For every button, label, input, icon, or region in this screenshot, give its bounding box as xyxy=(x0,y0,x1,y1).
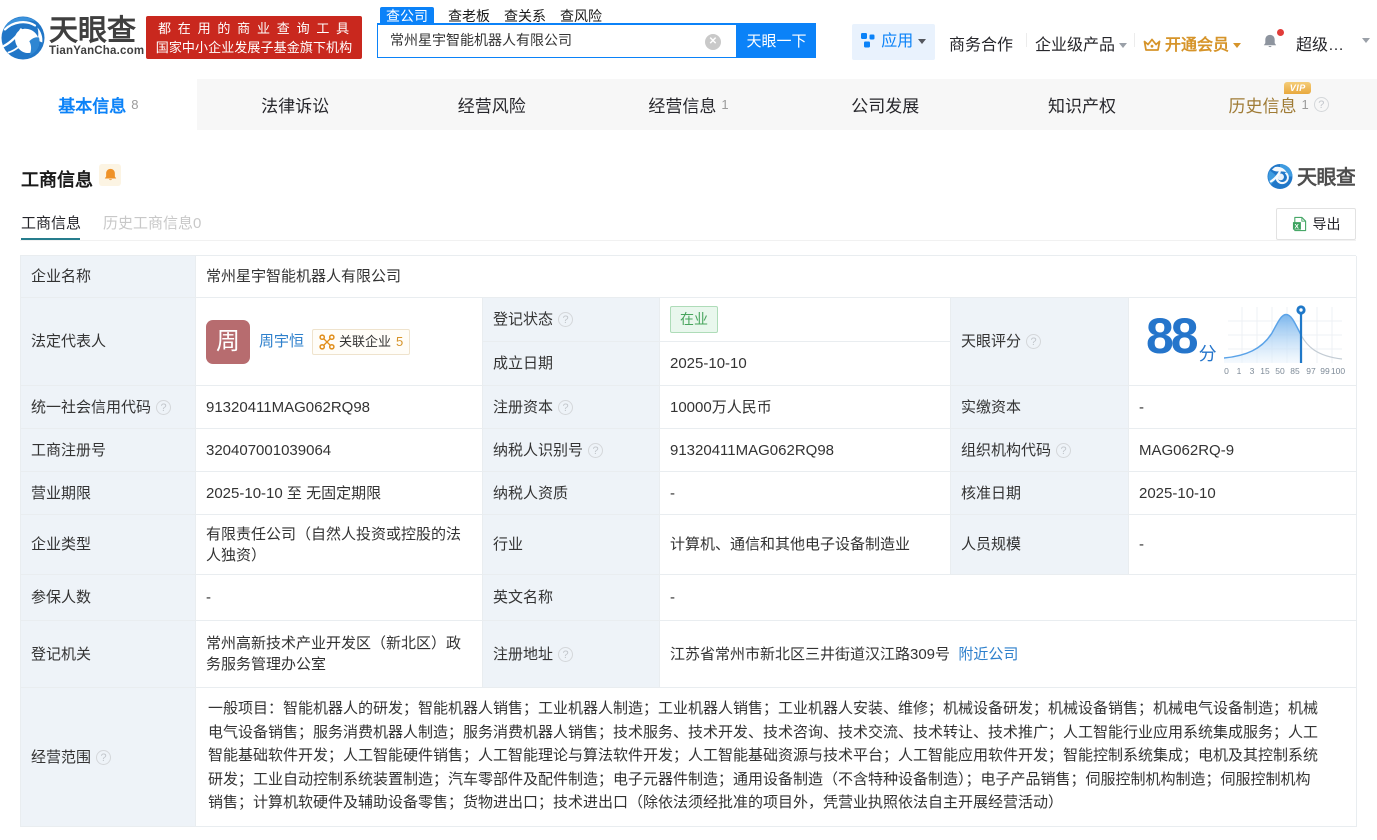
svg-text:15: 15 xyxy=(1260,366,1270,376)
svg-text:天眼查: 天眼查 xyxy=(1297,165,1355,189)
svg-text:99: 99 xyxy=(1320,366,1330,376)
svg-text:0: 0 xyxy=(1224,366,1229,376)
svg-text:85: 85 xyxy=(1290,366,1300,376)
svg-text:97: 97 xyxy=(1306,366,1316,376)
svg-text:X: X xyxy=(1294,224,1299,231)
svg-text:1: 1 xyxy=(1237,366,1242,376)
svg-text:3: 3 xyxy=(1250,366,1255,376)
svg-text:50: 50 xyxy=(1275,366,1285,376)
svg-text:100: 100 xyxy=(1331,366,1345,376)
